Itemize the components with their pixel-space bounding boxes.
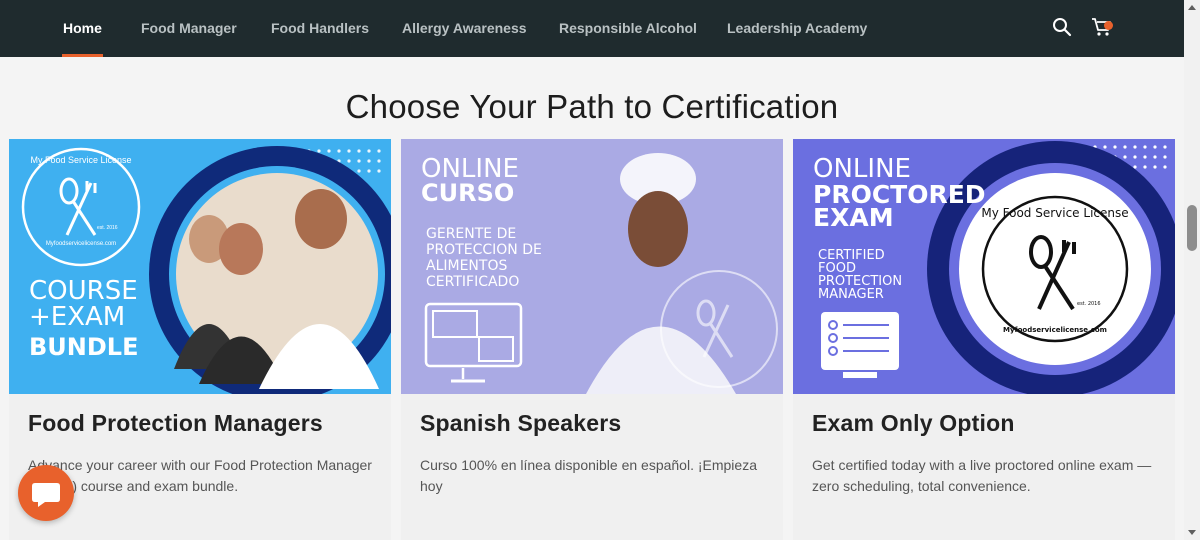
card-description: Get certified today with a live proctore… [812, 457, 1152, 494]
badge-name-text: My Food Service License [30, 155, 131, 165]
badge-est-text: est. 2016 [1077, 301, 1101, 307]
chat-bubble-icon [32, 483, 60, 507]
scroll-thumb[interactable] [1187, 205, 1197, 251]
image-sub-line4: CERTIFICADO [426, 274, 519, 290]
image-sub-line3: ALIMENTOS [426, 258, 507, 274]
chat-widget-button[interactable] [18, 465, 74, 521]
nav-food-manager[interactable]: Food Manager [141, 0, 237, 57]
scroll-down-arrow-icon[interactable] [1188, 530, 1196, 535]
card-title[interactable]: Exam Only Option [812, 410, 1015, 437]
card-exam-only-option[interactable]: My Food Service License Myfoodservicelic… [793, 139, 1175, 540]
cart-icon[interactable] [1091, 17, 1113, 39]
image-line2-text: CURSO [421, 179, 514, 207]
card-image-online-proctored-exam[interactable]: My Food Service License Myfoodservicelic… [793, 139, 1175, 394]
badge-name-text: My Food Service License [981, 206, 1128, 220]
image-line3-text: EXAM [813, 203, 894, 232]
card-title[interactable]: Spanish Speakers [420, 410, 621, 437]
image-sub-line1: GERENTE DE [426, 226, 516, 242]
image-line3-text: BUNDLE [29, 333, 138, 361]
card-spanish-speakers[interactable]: ONLINE CURSO GERENTE DE PROTECCION DE AL… [401, 139, 783, 540]
nav-allergy-awareness[interactable]: Allergy Awareness [402, 0, 527, 57]
cart-count-badge [1104, 21, 1113, 30]
card-title[interactable]: Food Protection Managers [28, 410, 323, 437]
card-image-online-curso[interactable]: ONLINE CURSO GERENTE DE PROTECCION DE AL… [401, 139, 783, 394]
nav-food-handlers[interactable]: Food Handlers [271, 0, 369, 57]
image-sub-line4: MANAGER [818, 287, 884, 302]
image-sub-line2: PROTECCION DE [426, 242, 542, 258]
page-scrollbar[interactable] [1184, 0, 1200, 540]
card-description: Advance your career with our Food Protec… [28, 457, 372, 494]
badge-est-text: est. 2016 [97, 225, 118, 231]
badge-url-text: Myfoodservicelicense.com [46, 241, 116, 247]
badge-url-text: Myfoodservicelicense.com [1003, 326, 1107, 334]
card-image-course-exam-bundle[interactable]: Myfoodservicelicense.com My Food Service… [9, 139, 391, 394]
nav-leadership-academy[interactable]: Leadership Academy [727, 0, 867, 57]
page-title: Choose Your Path to Certification [345, 88, 839, 125]
card-description: Curso 100% en línea disponible en españo… [420, 457, 757, 494]
nav-home[interactable]: Home [62, 0, 103, 57]
nav-responsible-alcohol[interactable]: Responsible Alcohol [559, 0, 697, 57]
image-line2-text: +EXAM [29, 302, 125, 332]
top-navigation: Home Food Manager Food Handlers Allergy … [0, 0, 1184, 57]
scroll-up-arrow-icon[interactable] [1188, 5, 1196, 10]
search-icon[interactable] [1052, 17, 1074, 39]
